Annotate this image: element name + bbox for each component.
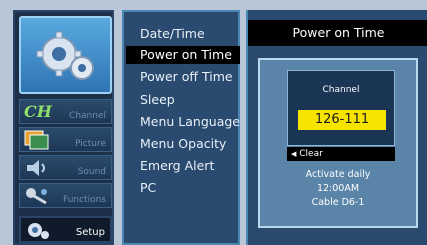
sidebar-item-setup[interactable]: Setup [19, 216, 112, 243]
schedule-frequency: Activate daily [305, 169, 371, 180]
sidebar-item-sound[interactable]: Sound [19, 155, 112, 180]
menu-item-power-on-time[interactable]: Power on Time [126, 46, 240, 64]
menu-item-pc[interactable]: PC [140, 180, 156, 195]
menu-item-sleep[interactable]: Sleep [140, 92, 175, 107]
picture-icon [24, 130, 52, 150]
setup-icon [25, 220, 53, 240]
sidebar-item-label: Channel [69, 111, 106, 121]
schedule-summary: Activate daily 12:00AM Cable D6-1 [260, 168, 416, 210]
functions-icon [24, 186, 52, 206]
sidebar-item-picture[interactable]: Picture [19, 127, 112, 152]
gears-icon [36, 31, 94, 80]
channel-dialog: Channel 126-111 [287, 70, 395, 146]
sidebar-item-label: Sound [77, 167, 106, 177]
clear-label: Clear [299, 149, 323, 159]
menu-item-menu-language[interactable]: Menu Language [140, 114, 240, 129]
sidebar-item-functions[interactable]: Functions [19, 183, 112, 208]
menu-item-date-time[interactable]: Date/Time [140, 26, 205, 41]
setup-hero-tile [19, 16, 112, 94]
schedule-time: 12:00AM [316, 183, 360, 194]
category-sidebar: CH Channel Picture Sound Functions Setup [13, 10, 114, 245]
panel-title: Power on Time [248, 20, 427, 46]
sidebar-item-channel[interactable]: CH Channel [19, 99, 112, 124]
menu-item-emerg-alert[interactable]: Emerg Alert [140, 158, 214, 173]
sidebar-item-label: Picture [75, 139, 106, 149]
arrow-left-icon: ◀ [291, 150, 297, 158]
channel-icon: CH [24, 102, 52, 121]
detail-panel: Power on Time Channel 126-111 ◀ Clear Ac… [246, 10, 427, 245]
schedule-channel: Cable D6-1 [311, 197, 365, 208]
menu-item-menu-opacity[interactable]: Menu Opacity [140, 136, 226, 151]
clear-button[interactable]: ◀ Clear [287, 147, 395, 161]
channel-label: Channel [322, 85, 360, 95]
channel-input[interactable]: 126-111 [298, 110, 386, 130]
setup-menu-list: Date/Time Power on Time Power off Time S… [122, 10, 240, 245]
sidebar-item-label: Functions [63, 195, 106, 205]
power-on-time-frame: Channel 126-111 ◀ Clear Activate daily 1… [258, 58, 418, 228]
sidebar-item-label: Setup [75, 227, 105, 238]
menu-item-power-off-time[interactable]: Power off Time [140, 69, 233, 84]
sound-icon [24, 158, 52, 178]
